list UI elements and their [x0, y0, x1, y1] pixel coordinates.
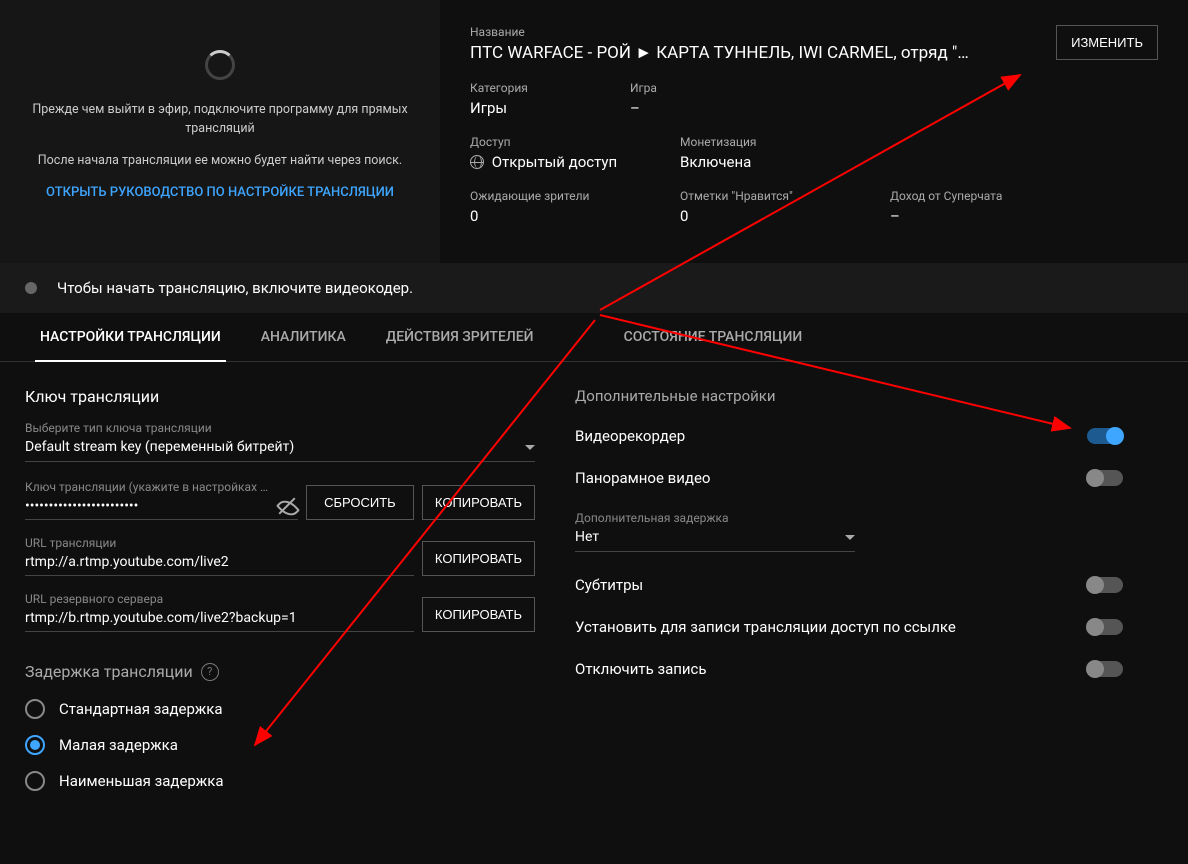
superchat-label: Доход от Суперчата: [890, 189, 1010, 203]
help-icon[interactable]: ?: [201, 663, 219, 681]
additional-settings-title: Дополнительные настройки: [575, 387, 1123, 405]
extra-delay-select[interactable]: Нет: [575, 529, 855, 552]
latency-title-text: Задержка трансляции: [25, 662, 193, 681]
backup-url-label: URL резервного сервера: [25, 592, 414, 606]
dvr-toggle[interactable]: [1087, 428, 1123, 444]
disable-recording-label: Отключить запись: [575, 660, 707, 678]
disable-recording-toggle[interactable]: [1087, 661, 1123, 677]
tab-analytics[interactable]: АНАЛИТИКА: [241, 313, 366, 361]
reset-key-button[interactable]: СБРОСИТЬ: [306, 485, 414, 520]
open-guide-link[interactable]: ОТКРЫТЬ РУКОВОДСТВО ПО НАСТРОЙКЕ ТРАНСЛЯ…: [20, 185, 420, 200]
status-bar: Чтобы начать трансляцию, включите видеок…: [0, 263, 1188, 313]
likes-label: Отметки "Нравится": [680, 189, 850, 203]
chevron-down-icon: [525, 445, 535, 450]
monetization-label: Монетизация: [680, 135, 800, 149]
game-label: Игра: [630, 81, 750, 95]
extra-delay-value: Нет: [575, 529, 599, 545]
stream-key-label: Ключ трансляции (укажите в настройках …: [25, 480, 298, 494]
latency-section-title: Задержка трансляции ?: [25, 662, 535, 681]
stream-url-label: URL трансляции: [25, 536, 414, 550]
access-value-text: Открытый доступ: [492, 153, 617, 171]
category-label: Категория: [470, 81, 590, 95]
key-type-label: Выберите тип ключа трансляции: [25, 421, 535, 435]
tab-stream-settings[interactable]: НАСТРОЙКИ ТРАНСЛЯЦИИ: [20, 313, 241, 361]
backup-url-field[interactable]: rtmp://b.rtmp.youtube.com/live2?backup=1: [25, 610, 414, 626]
latency-low-label: Малая задержка: [59, 736, 178, 754]
access-label: Доступ: [470, 135, 640, 149]
preview-instruction-2: После начала трансляции ее можно будет н…: [20, 151, 420, 170]
key-type-select[interactable]: Default stream key (переменный битрейт): [25, 439, 535, 462]
access-value: Открытый доступ: [470, 153, 640, 171]
stream-url-field[interactable]: rtmp://a.rtmp.youtube.com/live2: [25, 554, 414, 570]
panoramic-label: Панорамное видео: [575, 469, 710, 487]
latency-low-radio[interactable]: Малая задержка: [25, 735, 535, 755]
stream-info-panel: Название ПТС WARFACE - РОЙ ► КАРТА ТУННЕ…: [440, 0, 1188, 263]
latency-standard-label: Стандартная задержка: [59, 700, 223, 718]
unlisted-recording-toggle[interactable]: [1087, 619, 1123, 635]
superchat-value: –: [890, 207, 1010, 225]
key-type-value: Default stream key (переменный битрейт): [25, 439, 294, 455]
latency-ultra-radio[interactable]: Наименьшая задержка: [25, 771, 535, 791]
dvr-label: Видеорекордер: [575, 427, 685, 445]
game-value: –: [630, 99, 750, 117]
waiting-viewers-value: 0: [470, 207, 640, 225]
waiting-viewers-label: Ожидающие зрители: [470, 189, 640, 203]
monetization-value: Включена: [680, 153, 800, 171]
tab-stream-state[interactable]: СОСТОЯНИЕ ТРАНСЛЯЦИИ: [604, 313, 823, 361]
stream-key-field[interactable]: ••••••••••••••••••••••••: [25, 498, 276, 514]
preview-panel: Прежде чем выйти в эфир, подключите прог…: [0, 0, 440, 263]
subtitles-label: Субтитры: [575, 576, 643, 594]
latency-standard-radio[interactable]: Стандартная задержка: [25, 699, 535, 719]
copy-key-button[interactable]: КОПИРОВАТЬ: [422, 485, 535, 520]
radio-icon: [25, 699, 45, 719]
unlisted-recording-label: Установить для записи трансляции доступ …: [575, 618, 956, 636]
status-indicator-icon: [25, 282, 37, 294]
preview-instruction-1: Прежде чем выйти в эфир, подключите прог…: [20, 100, 420, 139]
tab-viewer-actions[interactable]: ДЕЙСТВИЯ ЗРИТЕЛЕЙ: [366, 313, 554, 361]
latency-ultra-label: Наименьшая задержка: [59, 772, 224, 790]
status-text: Чтобы начать трансляцию, включите видеок…: [57, 279, 413, 297]
stream-title: ПТС WARFACE - РОЙ ► КАРТА ТУННЕЛЬ, IWI C…: [470, 43, 1036, 63]
likes-value: 0: [680, 207, 850, 225]
stream-key-section-title: Ключ трансляции: [25, 387, 535, 406]
category-value: Игры: [470, 99, 590, 117]
copy-url-button[interactable]: КОПИРОВАТЬ: [422, 541, 535, 576]
loading-spinner-icon: [205, 50, 235, 80]
copy-backup-button[interactable]: КОПИРОВАТЬ: [422, 597, 535, 632]
subtitles-toggle[interactable]: [1087, 577, 1123, 593]
edit-button[interactable]: ИЗМЕНИТЬ: [1056, 25, 1158, 60]
tabs-bar: НАСТРОЙКИ ТРАНСЛЯЦИИ АНАЛИТИКА ДЕЙСТВИЯ …: [0, 313, 1188, 362]
radio-checked-icon: [25, 735, 45, 755]
visibility-off-icon[interactable]: [276, 498, 298, 514]
panoramic-toggle[interactable]: [1087, 470, 1123, 486]
globe-icon: [470, 155, 484, 169]
extra-delay-label: Дополнительная задержка: [575, 511, 1123, 525]
title-label: Название: [470, 25, 1036, 39]
radio-icon: [25, 771, 45, 791]
chevron-down-icon: [845, 535, 855, 540]
